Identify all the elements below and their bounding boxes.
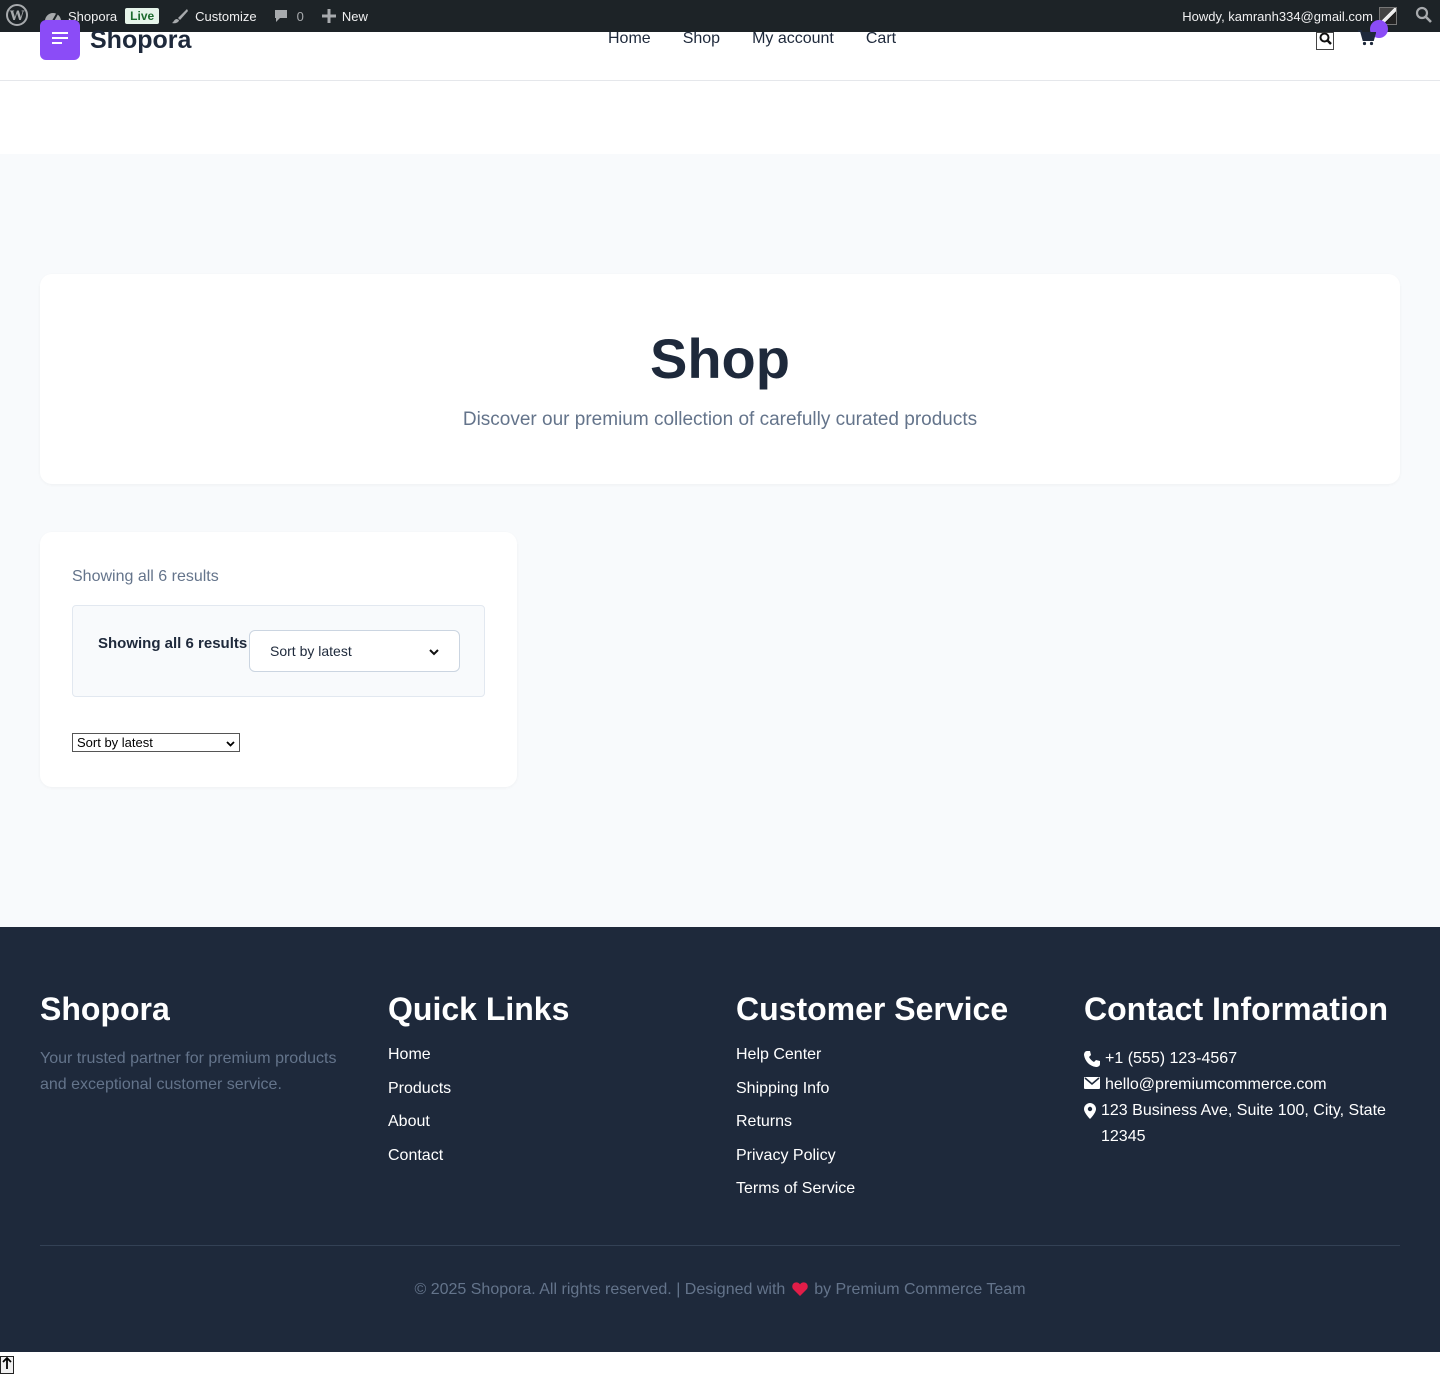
- contact-address: 123 Business Ave, Suite 100, City, State…: [1084, 1098, 1401, 1150]
- admin-search-button[interactable]: [1409, 0, 1440, 32]
- new-label: New: [341, 8, 368, 24]
- svg-text:W: W: [9, 9, 25, 24]
- search-icon: [1319, 32, 1332, 50]
- footer-link-products[interactable]: Products: [388, 1080, 569, 1114]
- footer-contact-column: Contact Information +1 (555) 123-4567 he…: [1084, 991, 1401, 1150]
- page-hero-card: Shop Discover our premium collection of …: [40, 274, 1400, 484]
- main-navigation: Home Shop My account Cart: [608, 30, 896, 48]
- footer-quick-links-column: Quick Links Home Products About Contact: [388, 991, 569, 1180]
- contact-address-text: 123 Business Ave, Suite 100, City, State…: [1101, 1102, 1386, 1145]
- comment-icon: [273, 8, 289, 24]
- chevron-down-icon: [429, 643, 439, 659]
- heart-icon: [792, 1282, 808, 1301]
- footer-link-privacy-policy[interactable]: Privacy Policy: [736, 1147, 1008, 1181]
- site-logo[interactable]: Shopora: [90, 26, 191, 55]
- sort-select[interactable]: Sort by latest: [249, 630, 460, 672]
- admin-bar: W Shopora Live Customize 0 New Howdy, ka…: [0, 0, 1440, 32]
- ordering-box: Showing all 6 results Sort by latest: [72, 605, 485, 697]
- footer-brand-column: Shopora Your trusted partner for premium…: [40, 991, 350, 1098]
- footer-divider: [40, 1245, 1400, 1246]
- plus-icon: [321, 9, 336, 23]
- nav-shop[interactable]: Shop: [683, 30, 720, 48]
- footer-link-shipping-info[interactable]: Shipping Info: [736, 1080, 1008, 1114]
- footer-link-returns[interactable]: Returns: [736, 1113, 1008, 1147]
- howdy-label: Howdy, kamranh334@gmail.com: [1182, 8, 1373, 24]
- site-header: Shopora Home Shop My account Cart: [0, 20, 1440, 81]
- menu-icon: [52, 31, 68, 49]
- customize-label: Customize: [195, 8, 257, 24]
- inner-result-count: Showing all 6 results: [98, 635, 248, 652]
- nav-home[interactable]: Home: [608, 30, 651, 48]
- scroll-to-top-button[interactable]: [0, 1356, 14, 1374]
- envelope-icon: [1084, 1072, 1102, 1089]
- footer-link-about[interactable]: About: [388, 1113, 569, 1147]
- chevron-down-icon: [226, 735, 235, 750]
- plain-sort-select-value: Sort by latest: [77, 735, 153, 750]
- contact-heading: Contact Information: [1084, 991, 1388, 1027]
- footer-customer-service-column: Customer Service Help Center Shipping In…: [736, 991, 1008, 1214]
- quick-links-heading: Quick Links: [388, 991, 570, 1027]
- customer-service-heading: Customer Service: [736, 991, 1009, 1027]
- page-subtitle: Discover our premium collection of caref…: [462, 409, 978, 430]
- search-icon: [1415, 6, 1432, 26]
- footer-link-contact[interactable]: Contact: [388, 1147, 569, 1181]
- footer-link-help-center[interactable]: Help Center: [736, 1046, 1008, 1080]
- footer-link-home[interactable]: Home: [388, 1046, 569, 1080]
- nav-cart[interactable]: Cart: [866, 30, 896, 48]
- footer-tagline: Your trusted partner for premium product…: [40, 1050, 337, 1093]
- comments-button[interactable]: 0: [263, 0, 310, 32]
- plain-sort-select[interactable]: Sort by latest: [72, 733, 240, 752]
- wordpress-logo-button[interactable]: W: [0, 0, 34, 32]
- paintbrush-icon: [171, 8, 189, 24]
- comments-count: 0: [296, 8, 304, 24]
- cart-icon: [1358, 30, 1377, 50]
- contact-email-text[interactable]: hello@premiumcommerce.com: [1105, 1072, 1327, 1098]
- result-count: Showing all 6 results: [72, 568, 219, 585]
- shop-toolbar-panel: Showing all 6 results Showing all 6 resu…: [40, 532, 517, 787]
- wordpress-icon: W: [6, 3, 28, 29]
- live-badge: Live: [125, 8, 160, 24]
- footer-link-terms-of-service[interactable]: Terms of Service: [736, 1180, 1008, 1214]
- page-title: Shop: [650, 327, 790, 390]
- new-content-button[interactable]: New: [310, 0, 374, 32]
- copyright-left-text: © 2025 Shopora. All rights reserved. | D…: [414, 1281, 786, 1298]
- menu-toggle-button[interactable]: [40, 20, 80, 60]
- copyright-right-text: by Premium Commerce Team: [814, 1281, 1026, 1298]
- header-search-button[interactable]: [1316, 32, 1334, 50]
- map-pin-icon: [1084, 1098, 1098, 1119]
- copyright: © 2025 Shopora. All rights reserved. | D…: [0, 1281, 1440, 1301]
- nav-my-account[interactable]: My account: [752, 30, 834, 48]
- arrow-up-icon: [2, 1356, 12, 1374]
- phone-icon: [1084, 1046, 1102, 1067]
- site-footer: Shopora Your trusted partner for premium…: [0, 927, 1440, 1352]
- footer-brand-title: Shopora: [40, 991, 170, 1027]
- sort-select-value: Sort by latest: [270, 643, 352, 659]
- contact-phone: +1 (555) 123-4567: [1084, 1046, 1401, 1072]
- header-cart-button[interactable]: [1358, 30, 1377, 51]
- contact-phone-text: +1 (555) 123-4567: [1105, 1050, 1238, 1067]
- contact-email: hello@premiumcommerce.com: [1084, 1072, 1401, 1098]
